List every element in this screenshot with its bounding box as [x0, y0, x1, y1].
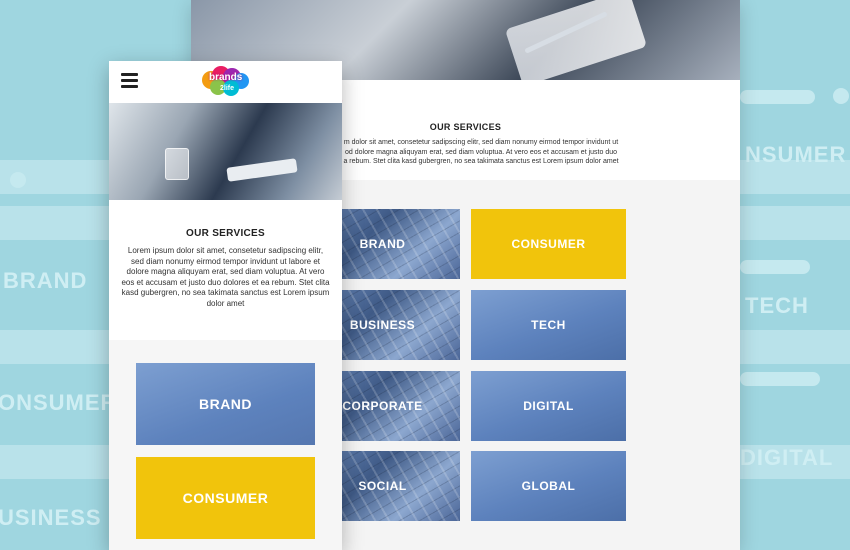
services-description: m dolor sit amet, consetetur sadipscing … [336, 138, 626, 167]
tile-label: CONSUMER [182, 490, 269, 506]
tile-label: DIGITAL [523, 399, 574, 413]
logo-text: brands [209, 72, 243, 83]
tile-label: CONSUMER [511, 237, 586, 251]
services-title: OUR SERVICES [186, 228, 265, 239]
tile-label: BRAND [359, 237, 406, 251]
tile-label: TECH [531, 318, 566, 332]
services-line: m dolor sit amet, consetetur sadipscing … [343, 139, 619, 146]
mobile-page: brands 2life OUR SERVICES Lorem ipsum do… [109, 61, 342, 550]
bg-word-consumer: ONSUMER [0, 390, 118, 415]
bg-dot [833, 88, 849, 104]
tile-tech[interactable]: TECH [471, 290, 626, 360]
tile-label: SOCIAL [358, 479, 407, 493]
bg-word-digital: DIGITAL [740, 445, 834, 470]
hero-tablet [226, 158, 298, 182]
bg-pill [740, 372, 820, 386]
tile-global[interactable]: GLOBAL [471, 451, 626, 521]
brands-logo[interactable]: brands 2life [201, 66, 251, 98]
bg-pill [740, 260, 810, 274]
services-line: a rebum. Stet clita kasd gubergren, no s… [343, 158, 619, 165]
tile-label: BUSINESS [349, 318, 416, 332]
hamburger-menu-icon[interactable] [121, 73, 138, 88]
mobile-services-section: OUR SERVICES Lorem ipsum dolor sit amet,… [109, 200, 342, 340]
bg-word-consumer-right: NSUMER [745, 142, 847, 167]
bg-word-brand: BRAND [3, 268, 88, 293]
services-description: Lorem ipsum dolor sit amet, consetetur s… [121, 246, 330, 308]
mobile-tile-brand[interactable]: BRAND [136, 363, 315, 445]
mobile-header: brands 2life [109, 61, 342, 103]
hero-tablet [504, 0, 648, 87]
tile-digital[interactable]: DIGITAL [471, 371, 626, 441]
bg-word-business: USINESS [0, 505, 102, 530]
mobile-hero-image [109, 103, 342, 200]
services-line: od dolore magna aliquyam erat, sed diam … [345, 148, 617, 156]
bg-dot [10, 172, 26, 188]
bg-word-tech: TECH [745, 293, 809, 318]
tile-label: CORPORATE [342, 399, 423, 413]
tile-consumer[interactable]: CONSUMER [471, 209, 626, 279]
tile-label: BRAND [198, 396, 253, 412]
mobile-tile-consumer[interactable]: CONSUMER [136, 457, 315, 539]
logo-subtext: 2life [220, 85, 235, 92]
tile-label: GLOBAL [521, 479, 576, 493]
hero-glass [165, 148, 189, 180]
bg-pill [740, 90, 815, 104]
